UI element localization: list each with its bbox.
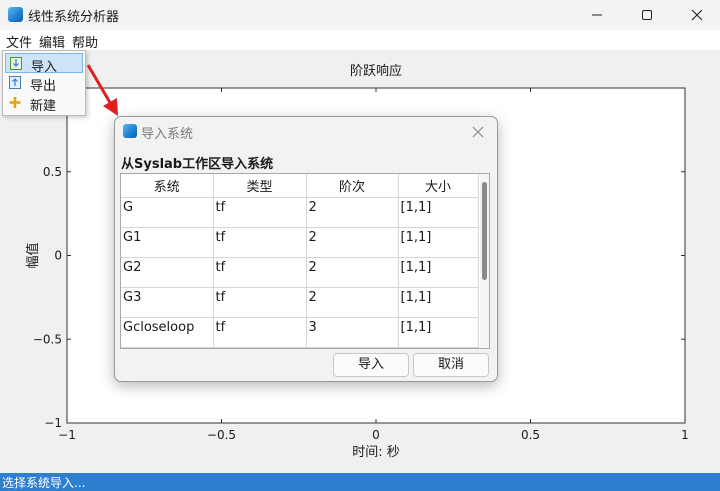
minimize-button[interactable] xyxy=(574,0,620,30)
close-icon xyxy=(472,126,484,138)
cell-order: 2 xyxy=(306,287,399,318)
table-row[interactable]: G3 tf 2 [1,1] xyxy=(121,287,479,318)
table-row[interactable]: G tf 2 [1,1] xyxy=(121,197,479,228)
status-text: 选择系统导入... xyxy=(2,476,86,490)
maximize-icon xyxy=(642,10,652,20)
scrollbar-thumb[interactable] xyxy=(482,182,487,280)
cell-type: tf xyxy=(213,227,307,258)
y-tick-label: −0.5 xyxy=(33,332,62,346)
cell-type: tf xyxy=(213,317,307,348)
window-title: 线性系统分析器 xyxy=(28,10,120,25)
menu-file[interactable]: 文件 xyxy=(4,32,34,51)
dialog-title-bar: 导入系统 xyxy=(115,117,497,145)
cell-size: [1,1] xyxy=(398,257,479,288)
cell-order: 3 xyxy=(306,317,399,348)
cell-system: G2 xyxy=(121,257,214,288)
cell-type: tf xyxy=(213,287,307,318)
cell-type: tf xyxy=(213,197,307,228)
maximize-button[interactable] xyxy=(624,0,670,30)
close-window-button[interactable] xyxy=(674,0,720,30)
import-button[interactable]: 导入 xyxy=(333,353,409,377)
menu-item-import[interactable]: 导入 xyxy=(5,53,83,75)
table-row[interactable]: G1 tf 2 [1,1] xyxy=(121,227,479,258)
cell-order: 2 xyxy=(306,227,399,258)
export-icon xyxy=(9,76,21,89)
status-bar: 选择系统导入... xyxy=(0,473,720,491)
menu-help[interactable]: 帮助 xyxy=(70,32,100,51)
x-tick-label: −0.5 xyxy=(207,428,236,442)
cell-size: [1,1] xyxy=(398,287,479,318)
x-tick-label: −1 xyxy=(58,428,76,442)
systems-table: 系统 类型 阶次 大小 G tf 2 [1,1] G1 tf 2 [1,1] G… xyxy=(120,173,490,349)
cell-size: [1,1] xyxy=(398,227,479,258)
x-axis-label: 时间: 秒 xyxy=(352,445,400,460)
cell-system: G xyxy=(121,197,214,228)
column-header-size[interactable]: 大小 xyxy=(398,174,479,198)
cell-system: G1 xyxy=(121,227,214,258)
cell-size: [1,1] xyxy=(398,317,479,348)
y-tick-label: 0 xyxy=(54,249,62,263)
x-tick-label: 0 xyxy=(372,428,380,442)
menu-item-new[interactable]: 新建 xyxy=(5,93,83,114)
minimize-icon xyxy=(592,14,602,16)
cancel-button[interactable]: 取消 xyxy=(413,353,489,377)
dialog-close-button[interactable] xyxy=(467,121,489,143)
chart-title: 阶跃响应 xyxy=(350,63,402,79)
menu-item-new-label: 新建 xyxy=(30,99,57,114)
menu-item-export[interactable]: 导出 xyxy=(5,73,83,94)
column-header-system[interactable]: 系统 xyxy=(121,174,214,198)
column-header-order[interactable]: 阶次 xyxy=(306,174,399,198)
cell-type: tf xyxy=(213,257,307,288)
table-scrollbar[interactable] xyxy=(480,174,489,348)
import-icon xyxy=(10,57,22,70)
app-icon xyxy=(8,7,23,22)
cell-size: [1,1] xyxy=(398,197,479,228)
y-tick-label: 0.5 xyxy=(43,165,62,179)
menu-bar: 文件 编辑 帮助 xyxy=(0,30,720,51)
import-system-dialog: 导入系统 从Syslab工作区导入系统 系统 类型 阶次 大小 G tf 2 [… xyxy=(114,116,498,382)
app-icon xyxy=(123,124,137,138)
dialog-heading: 从Syslab工作区导入系统 xyxy=(121,157,274,172)
table-row[interactable]: Gcloseloop tf 3 [1,1] xyxy=(121,317,479,348)
menu-item-export-label: 导出 xyxy=(30,79,57,94)
cell-system: Gcloseloop xyxy=(121,317,214,348)
plus-icon xyxy=(9,97,21,108)
cell-order: 2 xyxy=(306,257,399,288)
menu-edit[interactable]: 编辑 xyxy=(37,32,67,51)
column-header-type[interactable]: 类型 xyxy=(213,174,307,198)
close-icon xyxy=(691,9,703,21)
x-tick-label: 0.5 xyxy=(521,428,540,442)
table-row[interactable]: G2 tf 2 [1,1] xyxy=(121,257,479,288)
dialog-title: 导入系统 xyxy=(141,127,194,142)
x-tick-label: 1 xyxy=(681,428,689,442)
file-menu-dropdown: 导入 导出 新建 xyxy=(2,50,86,116)
table-header-row: 系统 类型 阶次 大小 xyxy=(121,174,479,198)
y-axis-label: 幅值 xyxy=(25,242,41,268)
cell-order: 2 xyxy=(306,197,399,228)
cell-system: G3 xyxy=(121,287,214,318)
y-tick-label: −1 xyxy=(44,416,62,430)
title-bar: 线性系统分析器 xyxy=(0,0,720,30)
